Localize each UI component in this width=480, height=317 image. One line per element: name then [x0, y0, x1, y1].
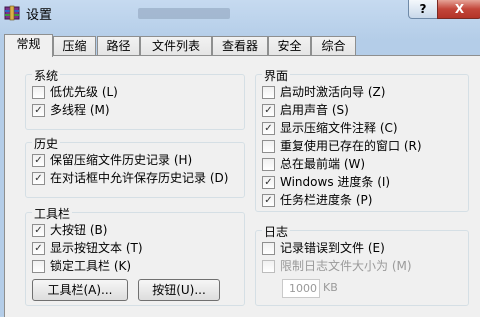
- checkbox-label: 启动时激活向导 (Z): [280, 85, 386, 99]
- tab-viewer[interactable]: 查看器: [212, 36, 268, 56]
- checkbox-box: [262, 158, 275, 171]
- checkbox-label: 总在最前端 (W): [280, 157, 366, 171]
- toolbar-settings-button[interactable]: 工具栏(A)...: [32, 279, 128, 301]
- checkbox-label: 保留压缩文件历史记录 (H): [50, 153, 193, 167]
- checkbox-label: 低优先级 (L): [50, 85, 118, 99]
- group-system: 系统 低优先级 (L) ✓ 多线程 (M): [25, 67, 245, 130]
- tab-misc[interactable]: 综合: [311, 36, 356, 56]
- checkbox-label: 在对话框中允许保存历史记录 (D): [50, 171, 229, 185]
- group-history: 历史 ✓ 保留压缩文件历史记录 (H) ✓ 在对话框中允许保存历史记录 (D): [25, 135, 245, 198]
- checkbox-label: 显示按钮文本 (T): [50, 241, 143, 255]
- group-log: 日志 记录错误到文件 (E) 限制日志文件大小为 (M) 1000 KB: [255, 223, 469, 306]
- checkbox-box: ✓: [262, 176, 275, 189]
- log-size-unit: KB: [323, 281, 338, 294]
- group-log-title: 日志: [262, 223, 291, 240]
- checkbox-box: ✓: [32, 172, 45, 185]
- checkbox-box: [262, 242, 275, 255]
- checkbox-box: [32, 260, 45, 273]
- checkbox-label: 限制日志文件大小为 (M): [280, 259, 412, 273]
- tab-file-list[interactable]: 文件列表: [140, 36, 212, 56]
- checkbox-label: Windows 进度条 (I): [280, 175, 391, 189]
- checkbox-box: ✓: [262, 122, 275, 135]
- close-button[interactable]: X: [437, 0, 480, 19]
- tab-general[interactable]: 常规: [4, 34, 53, 57]
- log-size-input[interactable]: 1000: [282, 279, 320, 298]
- group-history-title: 历史: [32, 135, 61, 152]
- checkbox-label: 显示压缩文件注释 (C): [280, 121, 398, 135]
- winrar-app-icon: [4, 5, 20, 21]
- group-system-title: 系统: [32, 67, 61, 84]
- group-toolbar: 工具栏 ✓ 大按钮 (B) ✓ 显示按钮文本 (T) 锁定工具栏 (K) 工具栏…: [25, 205, 245, 306]
- checkbox-label: 任务栏进度条 (P): [280, 193, 373, 207]
- tab-strip: 常规 压缩 路径 文件列表 查看器 安全 综合: [4, 34, 480, 57]
- group-toolbar-title: 工具栏: [32, 205, 73, 222]
- tab-compression[interactable]: 压缩: [53, 36, 96, 56]
- checkbox-box: [262, 260, 275, 273]
- checkbox-label: 记录错误到文件 (E): [280, 241, 385, 255]
- title-bar[interactable]: 设置 ? X: [0, 0, 480, 28]
- help-button[interactable]: ?: [408, 0, 438, 19]
- window-title: 设置: [26, 8, 53, 23]
- checkbox-label: 重复使用已存在的窗口 (R): [280, 139, 422, 153]
- settings-window: 设置 ? X 常规 压缩 路径 文件列表 查看器 安全 综合 系统 低优先级 (…: [0, 0, 480, 317]
- tab-paths[interactable]: 路径: [97, 36, 140, 56]
- blurred-title-region: [138, 8, 230, 19]
- checkbox-label: 多线程 (M): [50, 103, 110, 117]
- checkbox-box: ✓: [262, 194, 275, 207]
- checkbox-box: ✓: [32, 242, 45, 255]
- checkbox-box: [262, 86, 275, 99]
- general-tab-panel: 系统 低优先级 (L) ✓ 多线程 (M) 历史 ✓ 保留压缩文件历史记录 (H…: [4, 55, 480, 317]
- checkbox-box: ✓: [32, 104, 45, 117]
- checkbox-box: ✓: [262, 104, 275, 117]
- checkbox-box: ✓: [32, 224, 45, 237]
- buttons-settings-button[interactable]: 按钮(U)...: [138, 279, 220, 301]
- group-interface-title: 界面: [262, 67, 291, 84]
- checkbox-label: 启用声音 (S): [280, 103, 349, 117]
- group-interface: 界面 启动时激活向导 (Z) ✓ 启用声音 (S) ✓ 显示压缩文件注释 (C)…: [255, 67, 469, 212]
- checkbox-box: ✓: [32, 154, 45, 167]
- checkbox-box: [32, 86, 45, 99]
- checkbox-box: [262, 140, 275, 153]
- checkbox-label: 大按钮 (B): [50, 223, 108, 237]
- checkbox-label: 锁定工具栏 (K): [50, 259, 132, 273]
- tab-security[interactable]: 安全: [268, 36, 311, 56]
